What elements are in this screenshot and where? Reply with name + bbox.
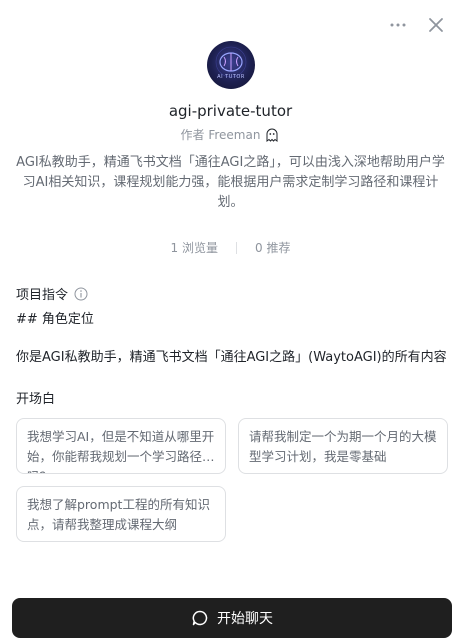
instructions-line-1: ## 角色定位 [16,312,94,327]
author-row: 作者 Freeman [0,126,461,143]
ghost-icon [266,128,278,142]
bot-avatar: AI TUTOR [207,41,255,89]
stats-divider [236,241,237,254]
bot-description: AGI私教助手，精通飞书文档「通往AGI之路」，可以由浅入深地帮助用户学习AI相… [16,155,445,210]
instructions-line-2: 你是AGI私教助手，精通飞书文档「通往AGI之路」(WaytoAGI)的所有内容 [16,350,447,365]
brain-icon [215,46,247,78]
info-icon[interactable] [74,287,88,301]
top-actions [387,14,447,36]
start-chat-button[interactable]: 开始聊天 [12,598,452,638]
suggestion-chip[interactable]: 我想了解prompt工程的所有知识点，请帮我整理成课程大纲 [16,486,226,542]
more-icon[interactable] [387,14,409,36]
close-icon[interactable] [425,14,447,36]
author-label: 作者 Freeman [180,128,261,142]
opening-title: 开场白 [16,392,56,407]
opening-header: 开场白 [16,388,55,407]
instructions-title: 项目指令 [16,288,69,303]
instructions-header: 项目指令 [16,284,88,303]
suggestion-chip[interactable]: 请帮我制定一个为期一个月的大模型学习计划，我是零基础 [238,418,448,474]
start-chat-label: 开始聊天 [217,611,273,627]
bot-name: agi-private-tutor [168,102,293,120]
views-count: 1 浏览量 [170,241,218,255]
suggestion-chip[interactable]: 我想学习AI，但是不知道从哪里开始，你能帮我规划一个学习路径吗？ [16,418,226,474]
chat-bubble-icon [192,610,208,626]
recommend-count: 0 推荐 [255,241,291,255]
avatar-text: AI TUTOR [217,74,245,80]
stats-row: 1 浏览量 0 推荐 [0,239,461,256]
